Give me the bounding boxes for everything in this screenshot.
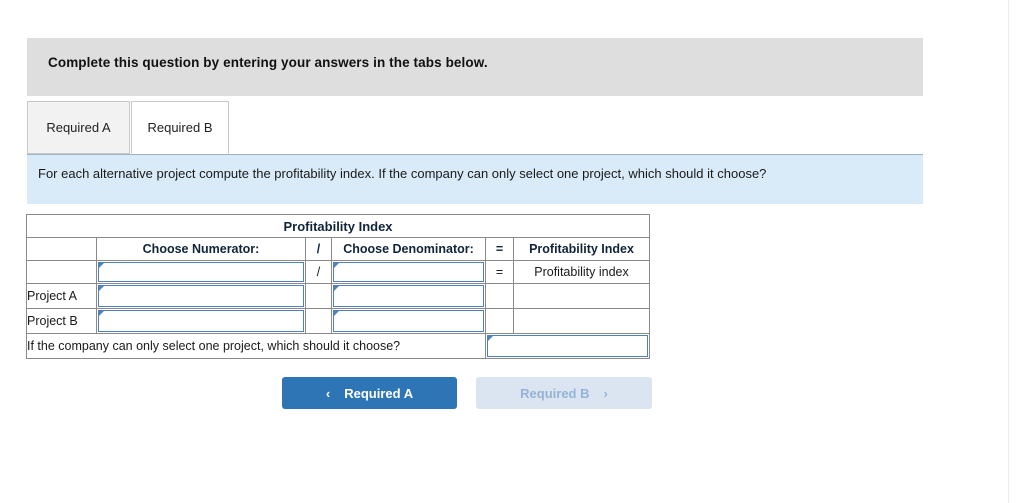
column-header-equals: = <box>485 237 514 261</box>
required-b-next-button[interactable]: Required B › <box>476 377 652 409</box>
formula-row: / = Profitability index <box>26 260 651 284</box>
tab-required-b[interactable]: Required B <box>131 101 229 154</box>
project-a-result-cell <box>512 283 651 309</box>
formula-row-label <box>26 260 97 284</box>
dropdown-flag-icon <box>487 335 494 342</box>
project-a-equals-cell <box>485 283 514 309</box>
required-a-prev-button[interactable]: ‹ Required A <box>282 377 457 409</box>
worksheet-header-row: Choose Numerator: / Choose Denominator: … <box>26 237 651 261</box>
formula-result-label: Profitability index <box>512 260 651 284</box>
dropdown-flag-icon <box>333 285 340 292</box>
table-row: Project A <box>26 283 651 309</box>
answer-row-cell[interactable] <box>484 333 651 359</box>
tab-required-a[interactable]: Required A <box>27 101 130 154</box>
project-b-denominator-cell[interactable] <box>331 308 486 334</box>
column-header-blank <box>26 237 97 261</box>
column-header-numerator: Choose Numerator: <box>96 237 306 261</box>
formula-numerator-cell[interactable] <box>96 260 306 284</box>
column-header-denominator: Choose Denominator: <box>331 237 486 261</box>
formula-equals-symbol: = <box>485 260 514 284</box>
answer-row: If the company can only select one proje… <box>26 333 651 359</box>
project-b-denominator-input[interactable] <box>333 310 484 332</box>
project-a-denominator-input[interactable] <box>333 285 484 307</box>
chevron-left-icon: ‹ <box>325 385 331 401</box>
required-a-prev-label: Required A <box>344 385 414 401</box>
project-a-numerator-input[interactable] <box>98 285 304 307</box>
row-label-project-a: Project A <box>26 283 97 309</box>
column-header-profitability-index: Profitability Index <box>512 237 651 261</box>
instruction-text: Complete this question by entering your … <box>48 55 488 70</box>
dropdown-flag-icon <box>98 262 105 269</box>
project-a-divide-cell <box>305 283 332 309</box>
instruction-banner: Complete this question by entering your … <box>27 38 923 96</box>
project-a-numerator-cell[interactable] <box>96 283 306 309</box>
project-b-result-cell <box>512 308 651 334</box>
answer-row-input[interactable] <box>487 335 649 357</box>
worksheet-title: Profitability Index <box>25 214 651 238</box>
page-scrollbar-thumb[interactable] <box>1011 2 1023 38</box>
column-header-divide: / <box>305 237 332 261</box>
project-b-divide-cell <box>305 308 332 334</box>
formula-divide-symbol: / <box>305 260 332 284</box>
dropdown-flag-icon <box>98 310 105 317</box>
project-b-numerator-cell[interactable] <box>96 308 306 334</box>
project-a-denominator-cell[interactable] <box>331 283 486 309</box>
project-b-equals-cell <box>485 308 514 334</box>
question-panel: For each alternative project compute the… <box>27 154 923 204</box>
answer-row-prompt: If the company can only select one proje… <box>26 333 486 359</box>
formula-denominator-cell[interactable] <box>331 260 486 284</box>
tab-required-a-label: Required A <box>46 120 111 135</box>
tab-required-b-label: Required B <box>147 120 213 135</box>
question-prompt: For each alternative project compute the… <box>38 166 767 181</box>
table-row: Project B <box>26 308 651 334</box>
tabstrip: Required A Required B <box>27 101 923 155</box>
profitability-index-worksheet: Profitability Index Choose Numerator: / … <box>25 214 651 359</box>
tab-navigation: ‹ Required A Required B › <box>282 377 652 409</box>
dropdown-flag-icon <box>98 285 105 292</box>
formula-numerator-input[interactable] <box>98 262 304 282</box>
page-scrollbar[interactable] <box>1008 0 1024 503</box>
dropdown-flag-icon <box>333 262 340 269</box>
dropdown-flag-icon <box>333 310 340 317</box>
formula-denominator-input[interactable] <box>333 262 484 282</box>
project-b-numerator-input[interactable] <box>98 310 304 332</box>
row-label-project-b: Project B <box>26 308 97 334</box>
chevron-right-icon: › <box>603 385 608 401</box>
required-b-next-label: Required B <box>520 385 590 401</box>
worksheet-title-row: Profitability Index <box>25 214 651 238</box>
